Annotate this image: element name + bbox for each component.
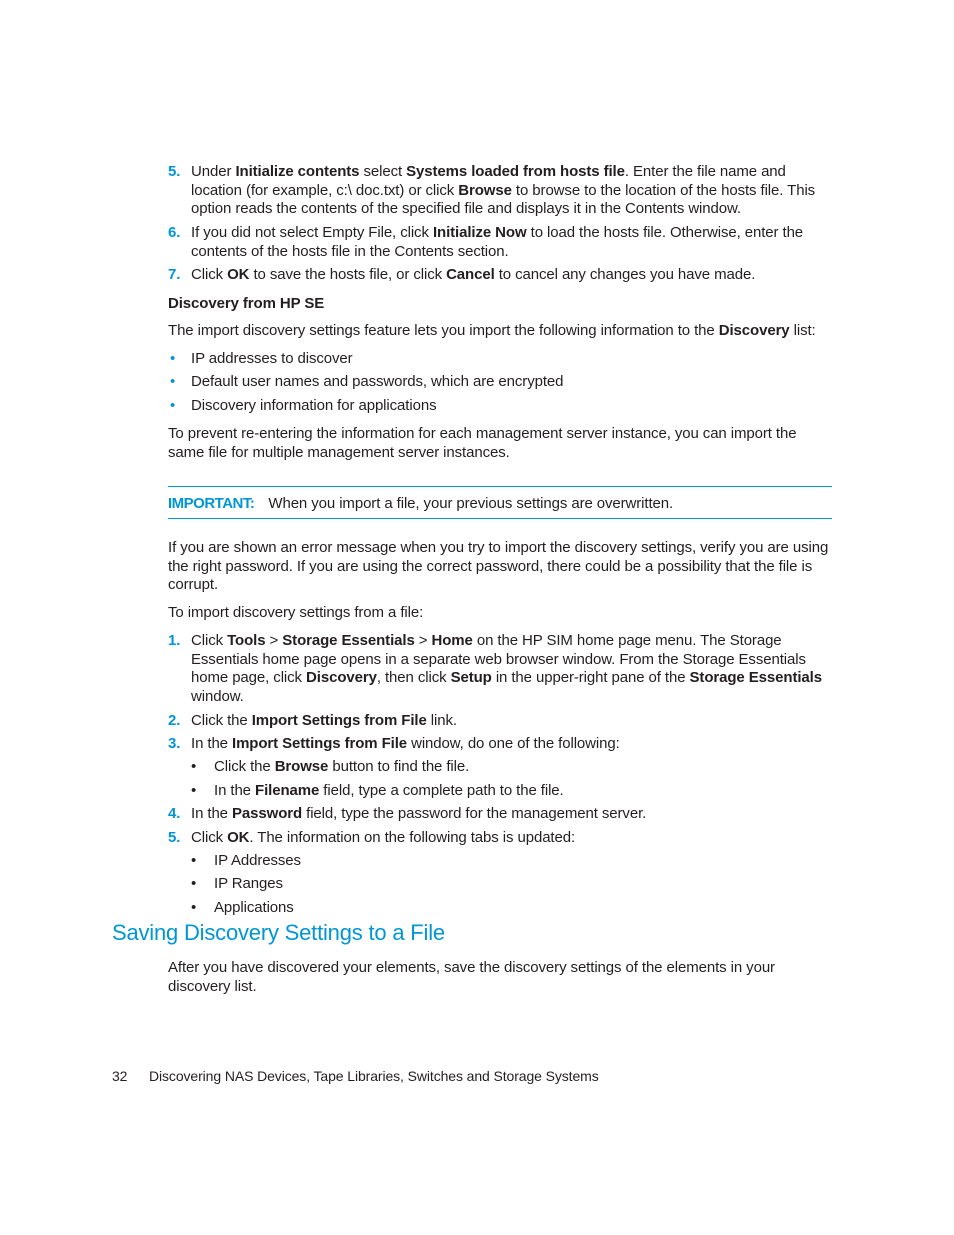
step-text: Click Tools > Storage Essentials > Home …	[191, 632, 823, 705]
step-text: Click OK. The information on the followi…	[191, 829, 576, 846]
intro-paragraph: The import discovery settings feature le…	[168, 322, 816, 339]
import-step-1: 1. Click Tools > Storage Essentials > Ho…	[168, 632, 836, 706]
import-step-2: 2. Click the Import Settings from File l…	[168, 712, 836, 731]
page-number: 32	[112, 1068, 128, 1084]
page-footer: 32 Discovering NAS Devices, Tape Librarie…	[112, 1067, 599, 1086]
sub-list-item: • IP Addresses	[191, 852, 301, 869]
step-text: Click OK to save the hosts file, or clic…	[191, 266, 756, 283]
bullet-icon: •	[170, 350, 176, 367]
bullet-icon: •	[191, 782, 197, 799]
ui-term: Import Settings from File	[251, 712, 427, 729]
bullet-icon: •	[191, 758, 197, 775]
step-number: 2.	[168, 712, 181, 729]
bullet-icon: •	[191, 875, 197, 892]
divider	[168, 518, 832, 519]
step-number: 1.	[168, 632, 181, 649]
bullet-icon: •	[191, 899, 197, 916]
ui-term: Systems loaded from hosts file	[406, 163, 625, 180]
important-label: IMPORTANT:	[168, 495, 255, 512]
saving-paragraph: After you have discovered your elements,…	[168, 959, 775, 995]
ui-term: Storage Essentials	[689, 669, 823, 686]
step-text: If you did not select Empty File, click …	[191, 224, 804, 260]
ui-term: OK	[227, 266, 250, 283]
step-text: Click the Import Settings from File link…	[191, 712, 457, 729]
step-number: 5.	[168, 163, 181, 180]
important-text: When you import a file, your previous se…	[268, 495, 674, 512]
import-step-3: 3. In the Import Settings from File wind…	[168, 735, 836, 754]
sub-list-item: • IP Ranges	[191, 875, 283, 892]
import-step-5: 5. Click OK. The information on the foll…	[168, 829, 836, 848]
list-item: • Default user names and passwords, whic…	[170, 373, 564, 390]
ui-term: Password	[232, 805, 303, 822]
ui-term: Setup	[450, 669, 492, 686]
document-page: 5. Under Initialize contents select Syst…	[0, 0, 954, 1235]
step-7-hosts: 7. Click OK to save the hosts file, or c…	[168, 266, 836, 285]
bullet-icon: •	[170, 397, 176, 414]
sub-list-item: • Click the Browse button to find the fi…	[191, 758, 470, 775]
step-number: 6.	[168, 224, 181, 241]
ui-term: Import Settings from File	[232, 735, 408, 752]
sub-list-item: • In the Filename field, type a complete…	[191, 782, 564, 799]
sub-list-item: • Applications	[191, 899, 294, 916]
step-number: 4.	[168, 805, 181, 822]
divider	[168, 486, 832, 487]
ui-term: Tools	[227, 632, 266, 649]
step-number: 3.	[168, 735, 181, 752]
step-number: 5.	[168, 829, 181, 846]
step-5-hosts: 5. Under Initialize contents select Syst…	[168, 163, 836, 219]
bullet-icon: •	[191, 852, 197, 869]
step-text: Under Initialize contents select Systems…	[191, 163, 816, 217]
ui-term: Storage Essentials	[282, 632, 415, 649]
import-step-4: 4. In the Password field, type the passw…	[168, 805, 836, 824]
step-number: 7.	[168, 266, 181, 283]
list-item: • IP addresses to discover	[170, 350, 353, 367]
ui-term: Initialize contents	[235, 163, 360, 180]
prevent-paragraph: To prevent re-entering the information f…	[168, 425, 797, 461]
ui-term: Discovery	[306, 669, 377, 686]
ui-term: Browse	[274, 758, 329, 775]
section-heading: Discovery from HP SE	[168, 295, 325, 312]
section-title: Saving Discovery Settings to a File	[112, 920, 445, 945]
bullet-icon: •	[170, 373, 176, 390]
list-item: • Discovery information for applications	[170, 397, 437, 414]
import-intro: To import discovery settings from a file…	[168, 604, 424, 621]
ui-term: Cancel	[446, 266, 495, 283]
step-6-hosts: 6. If you did not select Empty File, cli…	[168, 224, 836, 261]
step-text: In the Password field, type the password…	[191, 805, 647, 822]
footer-title: Discovering NAS Devices, Tape Libraries,…	[149, 1068, 599, 1084]
ui-term: Initialize Now	[432, 224, 527, 241]
error-paragraph: If you are shown an error message when y…	[168, 539, 829, 593]
ui-term: OK	[227, 829, 250, 846]
ui-term: Filename	[255, 782, 320, 799]
ui-term: Discovery	[718, 322, 790, 339]
step-text: In the Import Settings from File window,…	[191, 735, 620, 752]
important-note: IMPORTANT: When you import a file, your p…	[168, 495, 673, 514]
ui-term: Browse	[458, 181, 512, 199]
ui-term: Home	[431, 632, 473, 649]
